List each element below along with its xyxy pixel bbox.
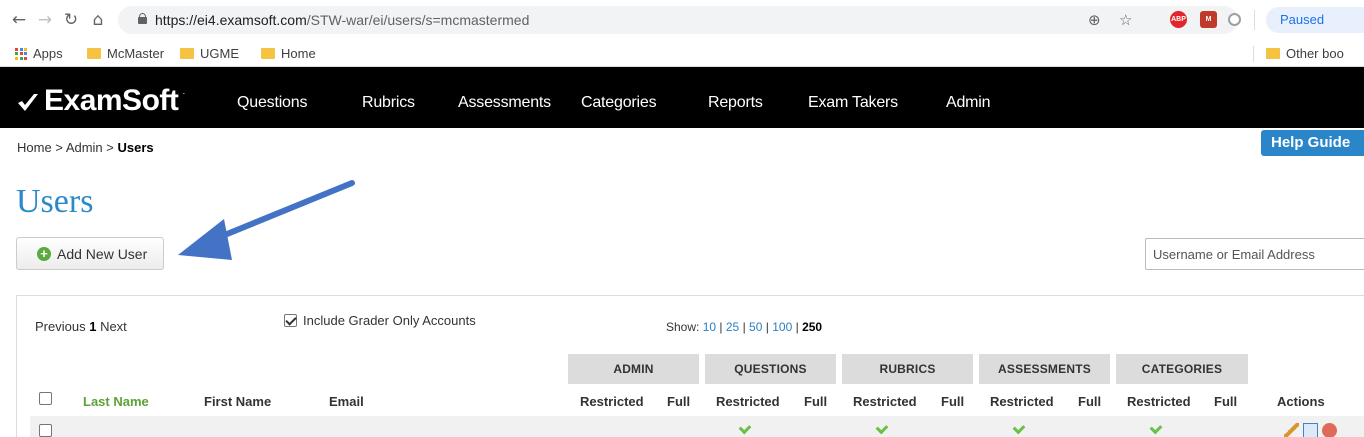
email-icon[interactable] (1303, 423, 1318, 437)
row-actions (1284, 423, 1337, 437)
add-new-user-label: Add New User (57, 245, 148, 262)
plus-circle-icon: + (37, 246, 51, 261)
col-questions-restricted: Restricted (716, 394, 780, 409)
page-title: Users (16, 183, 94, 220)
folder-icon (87, 48, 101, 59)
extension-circle-icon[interactable] (1228, 13, 1241, 26)
examsoft-mark-icon (16, 89, 40, 113)
grader-label: Include Grader Only Accounts (303, 313, 476, 328)
pager-current-page: 1 (89, 319, 97, 334)
bookmark-mcmaster[interactable]: McMaster (87, 46, 164, 61)
breadcrumb-separator: > (55, 140, 63, 155)
col-actions: Actions (1277, 394, 1325, 409)
pagination: Previous 1 Next (35, 319, 127, 334)
select-all-checkbox[interactable] (39, 392, 52, 405)
nav-exam-takers[interactable]: Exam Takers (808, 94, 898, 112)
col-assessments-restricted: Restricted (990, 394, 1054, 409)
col-categories-full: Full (1214, 394, 1238, 409)
nav-assessments[interactable]: Assessments (458, 94, 551, 112)
row-checkbox[interactable] (39, 424, 52, 437)
page-size-current: 250 (802, 320, 823, 334)
col-admin-full: Full (667, 394, 691, 409)
bookmark-label: UGME (200, 46, 239, 61)
forward-icon[interactable]: → (34, 9, 56, 31)
url-text[interactable]: https://ei4.examsoft.com/STW-war/ei/user… (155, 12, 529, 28)
col-rubrics-full: Full (941, 394, 965, 409)
page-size-10[interactable]: 10 (703, 320, 716, 334)
col-last-name[interactable]: Last Name (83, 394, 149, 409)
col-admin-restricted: Restricted (580, 394, 644, 409)
show-label: Show: (666, 320, 700, 334)
page-size-50[interactable]: 50 (749, 320, 762, 334)
browser-toolbar: ← → ↻ ⌂ https://ei4.examsoft.com/STW-war… (0, 0, 1364, 40)
back-icon[interactable]: ← (8, 9, 30, 31)
bookmarks-bar: Apps McMaster UGME Home Other boo (0, 40, 1364, 67)
extension-m-icon[interactable]: M (1200, 11, 1217, 28)
page-size-selector: Show: 10 | 25 | 50 | 100 | 250 (666, 320, 822, 334)
bookmarks-divider (1253, 46, 1254, 62)
folder-icon (1266, 48, 1280, 59)
grader-checkbox[interactable] (284, 314, 297, 327)
add-new-user-button[interactable]: + Add New User (16, 237, 164, 270)
page-size-sep: | (765, 320, 769, 334)
examsoft-logo[interactable]: ExamSoft · (16, 84, 185, 118)
reload-icon[interactable]: ↻ (60, 9, 82, 31)
group-header-admin: ADMIN (568, 354, 699, 384)
col-categories-restricted: Restricted (1127, 394, 1191, 409)
edit-icon[interactable] (1284, 423, 1299, 437)
group-header-assessments: ASSESSMENTS (979, 354, 1110, 384)
pager-next[interactable]: Next (100, 319, 127, 334)
table-row[interactable] (30, 416, 1364, 437)
breadcrumb-admin[interactable]: Admin (66, 140, 103, 155)
page-size-100[interactable]: 100 (772, 320, 792, 334)
apps-grid-icon (15, 47, 27, 60)
group-header-categories: CATEGORIES (1116, 354, 1248, 384)
lock-icon (138, 13, 147, 24)
page-size-sep: | (795, 320, 799, 334)
breadcrumb-home[interactable]: Home (17, 140, 52, 155)
nav-rubrics[interactable]: Rubrics (362, 94, 415, 112)
bookmark-ugme[interactable]: UGME (180, 46, 239, 61)
col-rubrics-restricted: Restricted (853, 394, 917, 409)
breadcrumb: Home > Admin > Users (17, 140, 154, 155)
group-header-questions: QUESTIONS (705, 354, 836, 384)
trademark-mark: · (182, 88, 185, 98)
nav-categories[interactable]: Categories (581, 94, 657, 112)
bookmark-label: McMaster (107, 46, 165, 61)
bookmark-label: Apps (33, 46, 63, 61)
bookmark-other[interactable]: Other boo (1266, 46, 1344, 61)
bookmark-label: Other boo (1286, 46, 1344, 61)
breadcrumb-current: Users (117, 140, 154, 155)
bookmark-apps[interactable]: Apps (15, 46, 63, 61)
nav-questions[interactable]: Questions (237, 94, 307, 112)
page-size-25[interactable]: 25 (726, 320, 739, 334)
zoom-icon[interactable]: ⊕ (1088, 11, 1101, 29)
group-header-rubrics: RUBRICS (842, 354, 973, 384)
col-assessments-full: Full (1078, 394, 1102, 409)
folder-icon (261, 48, 275, 59)
adblock-icon[interactable]: ABP (1170, 11, 1187, 28)
user-search-input[interactable] (1145, 238, 1364, 270)
page-size-sep: | (719, 320, 723, 334)
logo-text: ExamSoft (44, 84, 179, 117)
folder-icon (180, 48, 194, 59)
bookmark-home[interactable]: Home (261, 46, 316, 61)
home-icon[interactable]: ⌂ (87, 9, 109, 31)
col-questions-full: Full (804, 394, 828, 409)
breadcrumb-separator: > (106, 140, 114, 155)
nav-reports[interactable]: Reports (708, 94, 763, 112)
page-size-sep: | (742, 320, 746, 334)
bookmark-label: Home (281, 46, 316, 61)
delete-icon[interactable] (1322, 423, 1337, 437)
star-icon[interactable]: ☆ (1119, 11, 1132, 29)
toolbar-divider (1254, 10, 1255, 30)
main-nav: ExamSoft · Questions Rubrics Assessments … (0, 67, 1364, 128)
col-first-name[interactable]: First Name (204, 394, 271, 409)
nav-admin[interactable]: Admin (946, 94, 991, 112)
help-guide-button[interactable]: Help Guide (1261, 130, 1364, 156)
pager-previous[interactable]: Previous (35, 319, 86, 334)
profile-paused-button[interactable]: Paused (1266, 7, 1364, 33)
col-email[interactable]: Email (329, 394, 364, 409)
include-grader-toggle[interactable]: Include Grader Only Accounts (284, 313, 476, 328)
